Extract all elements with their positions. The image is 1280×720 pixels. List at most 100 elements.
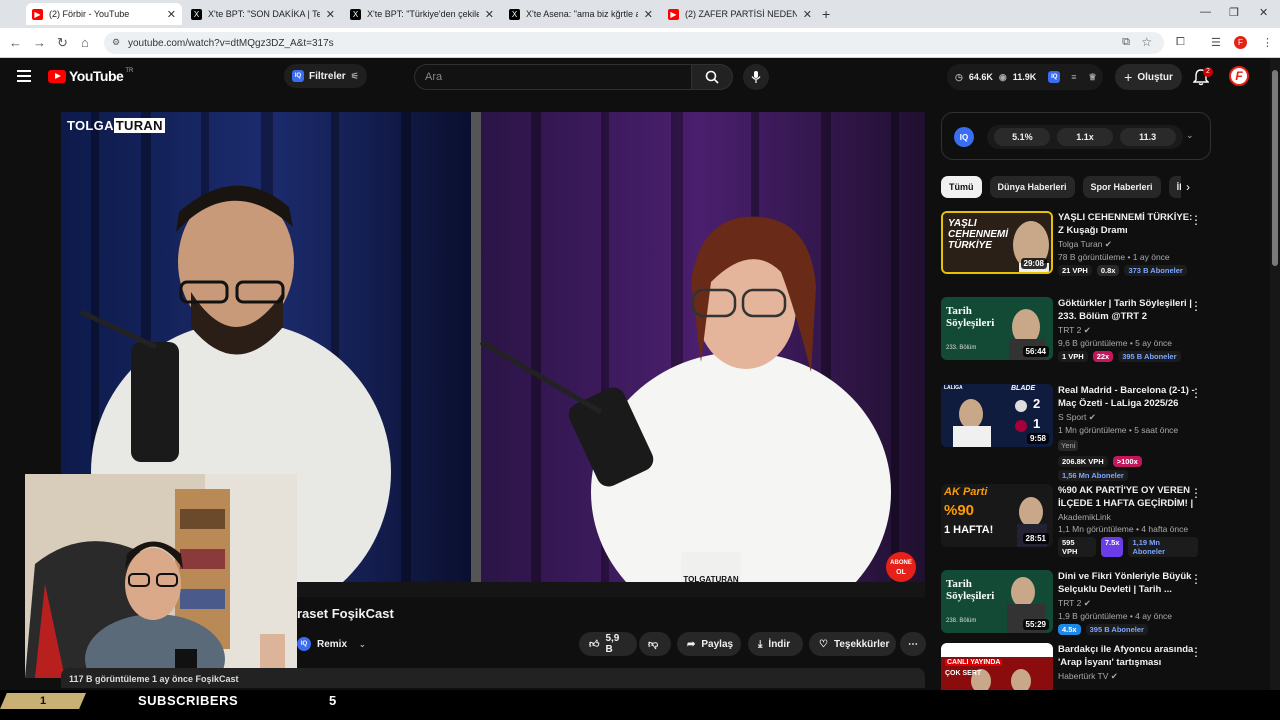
voice-search-button[interactable] [743, 64, 769, 90]
multiplier-badge: 7.5x [1100, 537, 1124, 557]
browser-tab-1[interactable]: ▶ (2) Förbir - YouTube ✕ [26, 3, 182, 25]
more-options-icon[interactable]: ⋮ [1190, 386, 1202, 400]
video-thumbnail[interactable]: CANLI YAYINDA ÇOK SERT [941, 643, 1053, 690]
browser-tab-2[interactable]: X X'te BPT: "SON DAKİKA | Terör ö ✕ [185, 3, 341, 25]
video-thumbnail[interactable]: Tarih Söyleşileri 238. Bölüm 55:29 [941, 570, 1053, 633]
youtube-logo[interactable]: YouTube TR [48, 68, 133, 84]
more-options-icon[interactable]: ⋮ [1190, 572, 1202, 586]
bookmark-star-icon[interactable]: ☆ [1141, 35, 1152, 49]
more-options-icon[interactable]: ⋮ [1190, 213, 1202, 227]
thumbnail-text: Tarih Söyleşileri [946, 578, 995, 602]
minimize-icon[interactable]: — [1200, 6, 1211, 18]
thumbnail-line-2: %90 [944, 502, 975, 519]
channel-name[interactable]: TRT 2 ✔ [1058, 325, 1198, 336]
more-options-icon[interactable]: ⋮ [1190, 645, 1202, 659]
chip-all[interactable]: Tümü [941, 176, 982, 198]
browser-tab-3[interactable]: X X'te BPT: "Türkiye'den çekilen P ✕ [344, 3, 500, 25]
close-window-icon[interactable]: ✕ [1259, 6, 1268, 19]
close-tab-icon[interactable]: ✕ [485, 8, 494, 21]
share-button[interactable]: ➦ Paylaş [677, 632, 741, 656]
channel-name[interactable]: TRT 2 ✔ [1058, 598, 1198, 609]
recommendation-title[interactable]: %90 AK PARTİ'YE OY VEREN İLÇEDE 1 HAFTA … [1058, 484, 1198, 510]
verified-icon: ✔ [1104, 239, 1112, 249]
extensions-icon[interactable]: ⧠ [1176, 36, 1185, 49]
recommendation-item[interactable]: CANLI YAYINDA ÇOK SERT Bardakçı ile Afyo… [941, 643, 1216, 690]
chip-world-news[interactable]: Dünya Haberleri [989, 176, 1075, 198]
remix-label: Remix [317, 638, 348, 650]
create-button[interactable]: + Oluştur [1115, 64, 1182, 90]
recommendation-item[interactable]: Tarih Söyleşileri 238. Bölüm 55:29 Dini … [941, 570, 1216, 640]
metrics-bar: 5.1% 1.1x 11.3 [987, 125, 1183, 149]
install-app-icon[interactable]: ⧉ [1122, 36, 1130, 49]
recommendation-title[interactable]: Dini ve Fikri Yönleriyle Büyük Selçuklu … [1058, 570, 1198, 596]
dislike-button[interactable]: 👎︎ [639, 632, 671, 656]
tab-title: X'te BPT: "SON DAKİKA | Terör ö [208, 9, 320, 19]
filter-chips: Tümü Dünya Haberleri Spor Haberleri İlgi… [941, 176, 1181, 198]
home-icon[interactable]: ⌂ [81, 35, 89, 50]
chip-related[interactable]: İlgili [1168, 176, 1181, 198]
video-thumbnail[interactable]: Tarih Söyleşileri 233. Bölüm 56:44 [941, 297, 1053, 360]
search-button[interactable] [691, 64, 733, 90]
channel-name[interactable]: AkademikLink [1058, 512, 1198, 522]
recommendation-item[interactable]: Tarih Söyleşileri 233. Bölüm 56:44 Göktü… [941, 297, 1216, 377]
description-box[interactable]: 117 B görüntüleme 1 ay önce FoşikCast [61, 668, 925, 688]
filters-button[interactable]: IQ Filtreler ⚟ [284, 64, 367, 88]
channel-stats-widget[interactable]: ◷ 64.6K ◉ 11.9K IQ ≡ ♕ [947, 64, 1103, 90]
browser-tab-5[interactable]: ▶ (2) ZAFER PARTİSİ NEDEN BAŞA ✕ [662, 3, 818, 25]
recommendation-title[interactable]: YAŞLI CEHENNEMİ TÜRKİYE: Z Kuşağı Dramı [1058, 211, 1198, 237]
video-thumbnail[interactable]: YAŞLI CEHENNEMİ TÜRKİYE 29:08 [941, 211, 1053, 274]
scrollbar-thumb[interactable] [1272, 70, 1278, 266]
subscribers-badge: 395 B Aboneler [1085, 624, 1148, 635]
recommendation-item[interactable]: YAŞLI CEHENNEMİ TÜRKİYE 29:08 YAŞLI CEHE… [941, 211, 1216, 291]
more-options-icon[interactable]: ⋮ [1190, 299, 1202, 313]
reload-icon[interactable]: ↻ [57, 35, 68, 51]
tab-title: (2) Förbir - YouTube [49, 9, 130, 19]
download-button[interactable]: ⤓ İndir [748, 632, 803, 656]
search-input[interactable]: Ara [414, 64, 691, 90]
new-tab-icon[interactable]: + [822, 6, 830, 22]
reading-list-icon[interactable]: ☰ [1211, 36, 1221, 49]
more-actions-button[interactable]: ⋯ [900, 632, 926, 656]
forward-icon[interactable]: → [33, 35, 46, 50]
close-tab-icon[interactable]: ✕ [326, 8, 335, 21]
search-icon [705, 70, 719, 84]
browser-menu-icon[interactable]: ⋮ [1262, 36, 1273, 49]
close-tab-icon[interactable]: ✕ [167, 8, 176, 21]
score-away: 1 [1033, 416, 1041, 431]
url-field[interactable]: ⚙ youtube.com/watch?v=dtMQgz3DZ_A&t=317s… [104, 32, 1164, 54]
thanks-button[interactable]: ♡ Teşekkürler [809, 632, 896, 656]
menu-icon[interactable] [17, 70, 31, 82]
close-tab-icon[interactable]: ✕ [803, 8, 812, 21]
vph-badge: 1 VPH [1058, 351, 1088, 362]
expand-chevron-icon[interactable]: ⌄ [1186, 130, 1194, 141]
recommendation-title[interactable]: Bardakçı ile Afyoncu arasında 'Arap İsya… [1058, 643, 1198, 669]
remix-button[interactable]: IQ Remix ⌄ [297, 632, 374, 656]
channel-name[interactable]: S Sport ✔ [1058, 412, 1198, 423]
subscribers-badge: 1,19 Mn Aboneler [1128, 537, 1198, 557]
iq-icon: IQ [1048, 71, 1061, 83]
thanks-icon: ♡ [819, 638, 828, 650]
profile-icon[interactable]: F [1234, 36, 1247, 49]
site-info-icon[interactable]: ⚙ [112, 37, 120, 48]
restore-icon[interactable]: ❐ [1229, 6, 1239, 19]
channel-name[interactable]: Habertürk TV ✔ [1058, 671, 1198, 682]
recommendation-title[interactable]: Real Madrid - Barcelona (2-1) - Maç Özet… [1058, 384, 1198, 410]
recommendation-item[interactable]: AK Parti %90 1 HAFTA! 28:51 %90 AK PARTİ… [941, 484, 1216, 564]
more-options-icon[interactable]: ⋮ [1190, 486, 1202, 500]
chip-sports-news[interactable]: Spor Haberleri [1082, 176, 1161, 198]
watch-stat: 11.9K [1012, 72, 1037, 82]
share-arrow-icon: ➦ [687, 638, 696, 650]
browser-tab-4[interactable]: X X'te Asena: "ama biz kğrtle arka ✕ [503, 3, 659, 25]
video-thumbnail[interactable]: LALIGA BLADE 2 1 9:58 [941, 384, 1053, 447]
video-meta: 1 Mn görüntüleme • 5 saat önce [1058, 425, 1179, 435]
account-avatar[interactable]: F [1229, 66, 1249, 86]
video-meta: 1,1 Mn görüntüleme • 4 hafta önce [1058, 524, 1189, 534]
chevron-right-icon[interactable]: › [1186, 180, 1190, 194]
video-thumbnail[interactable]: AK Parti %90 1 HAFTA! 28:51 [941, 484, 1053, 547]
recommendation-title[interactable]: Göktürkler | Tarih Söyleşileri | 233. Bö… [1058, 297, 1198, 323]
close-tab-icon[interactable]: ✕ [644, 8, 653, 21]
channel-name[interactable]: Tolga Turan ✔ [1058, 239, 1198, 250]
recommendation-item[interactable]: LALIGA BLADE 2 1 9:58 Real Madrid - Barc… [941, 384, 1216, 481]
like-button[interactable]: 👍︎ 5,9 B [579, 632, 637, 656]
back-icon[interactable]: ← [9, 35, 22, 50]
